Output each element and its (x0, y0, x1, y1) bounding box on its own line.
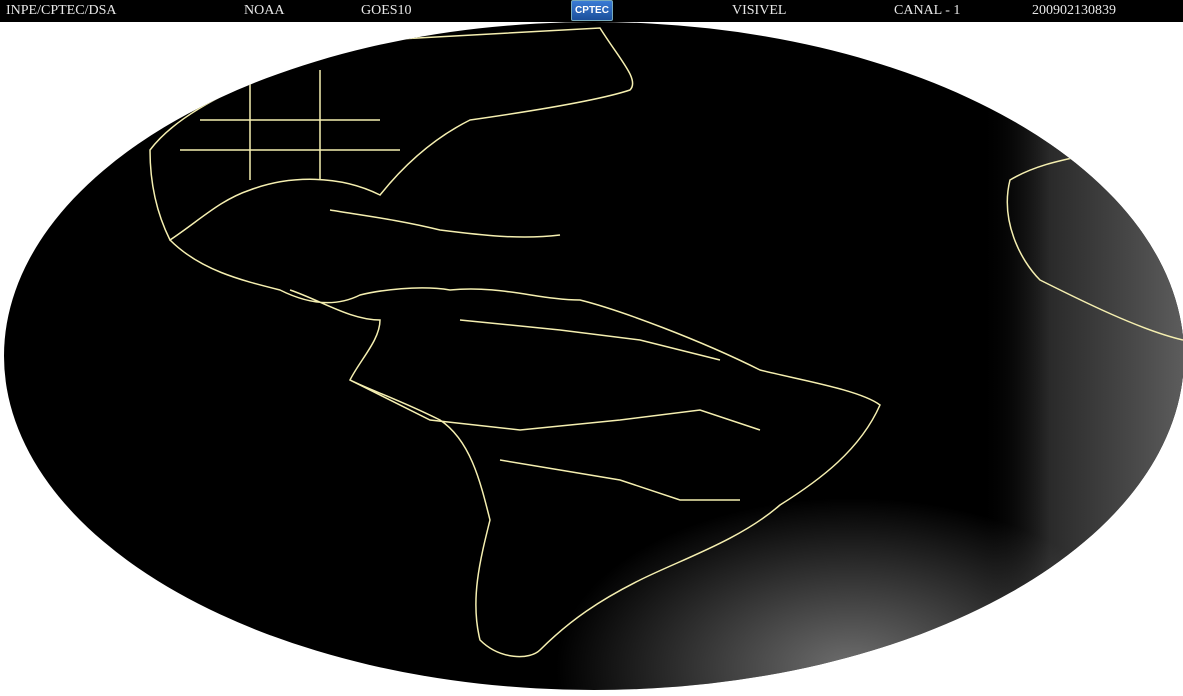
timestamp-label: 200902130839 (1032, 3, 1116, 18)
cptec-logo: CPTEC (571, 0, 613, 21)
satellite-label: GOES10 (361, 3, 412, 18)
satellite-image (4, 22, 1183, 690)
source-label: NOAA (244, 3, 285, 18)
band-label: VISIVEL (732, 3, 787, 18)
header-bar: INPE/CPTEC/DSA NOAA GOES10 CPTEC VISIVEL… (0, 0, 1183, 22)
channel-label: CANAL - 1 (894, 3, 961, 18)
agency-label: INPE/CPTEC/DSA (6, 3, 117, 18)
